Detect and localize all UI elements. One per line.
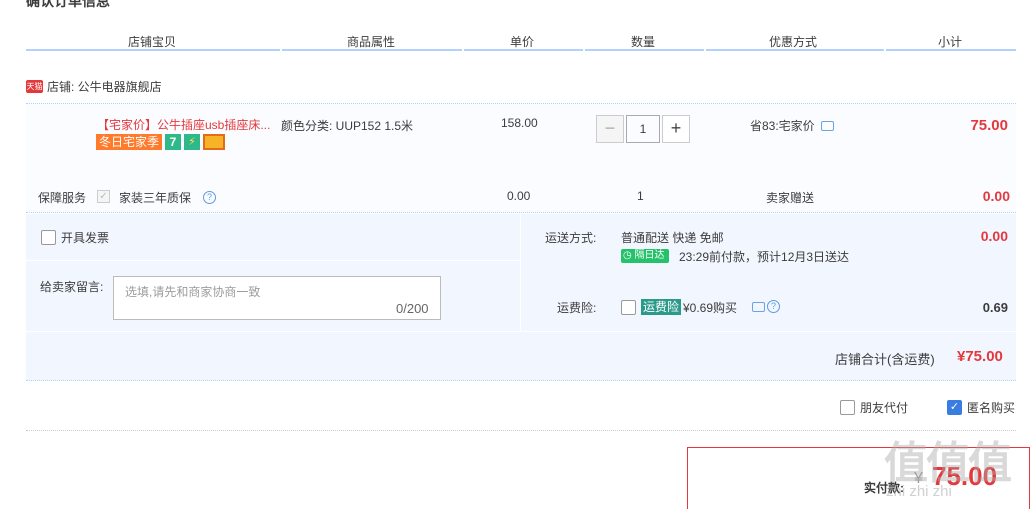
anonymous-checkbox[interactable]: ✓ [947,400,962,415]
item-price: 158.00 [501,116,538,130]
item-attribute: 颜色分类: UUP152 1.5米 [281,119,414,133]
service-label: 保障服务 [38,191,87,205]
divider [520,214,521,331]
seven-day-return-icon: 7 [165,134,182,150]
divider [26,331,1016,332]
message-placeholder: 选填,请先和商家协商一致 [125,285,261,299]
message-counter: 0/200 [396,301,429,316]
shipping-cost: 0.00 [980,228,1008,244]
shipping-label: 运送方式: [545,231,597,245]
service-checkbox[interactable]: ✓ [97,190,110,203]
shipping-estimate: 23:29前付款，预计12月3日送达 [679,250,850,264]
header-separator [884,49,886,53]
anonymous-label: 匿名购买 [967,401,1016,415]
winter-tag: 冬日宅家季 [96,134,163,150]
tmall-icon: 天猫 [26,80,43,93]
column-header-price: 单价 [510,35,535,49]
message-label: 给卖家留言: [40,280,104,294]
invoice-checkbox[interactable] [41,230,56,245]
credit-card-icon [203,134,226,150]
quantity-plus-button[interactable]: + [662,115,690,143]
shop-total-label: 店铺合计(含运费) [835,352,935,367]
divider [26,260,520,261]
invoice-option[interactable]: 开具发票 [41,229,109,246]
header-separator [704,49,706,53]
shop-name[interactable]: 店铺: 公牛电器旗舰店 [47,78,162,95]
friend-pay-label: 朋友代付 [860,401,909,415]
column-header-subtotal: 小计 [938,35,963,49]
next-day-badge: ◷ 隔日达 [621,249,669,263]
service-total: 0.00 [982,188,1010,204]
anonymous-purchase-option[interactable]: ✓ 匿名购买 [947,399,1015,416]
item-tags: 冬日宅家季 7 ⚡ [96,134,226,150]
service-gift: 卖家赠送 [766,191,815,205]
service-quantity: 1 [637,189,644,203]
insurance-total: 0.69 [982,300,1008,315]
help-icon[interactable]: ? [203,191,216,204]
watermark-logo: 值值值 [884,439,1012,488]
quantity-stepper: − 1 + [596,115,690,143]
invoice-label: 开具发票 [61,231,110,245]
promo-row: 省83:宅家价 [750,117,834,134]
service-name: 家装三年质保 [119,191,192,205]
friend-pay-option[interactable]: 朋友代付 [840,399,908,416]
page-title: 确认订单信息 [26,0,110,9]
header-separator [462,49,464,53]
insurance-price: ¥0.69购买 [683,301,738,315]
header-underline [26,49,1016,51]
item-title-link[interactable]: 【宅家价】公牛插座usb插座床... [97,116,270,133]
column-header-item: 店铺宝贝 [128,35,177,49]
clock-icon: ◷ [623,250,632,261]
friend-pay-checkbox[interactable] [840,400,855,415]
column-header-quantity: 数量 [631,35,656,49]
shipping-method: 普通配送 快递 免邮 [621,231,724,245]
service-price: 0.00 [507,189,531,203]
promo-text: 省83:宅家价 [750,119,815,133]
help-icon[interactable]: ? [767,300,780,313]
lightning-icon: ⚡ [184,134,201,150]
shop-total-value: ¥75.00 [957,348,1003,365]
next-day-label: 隔日达 [634,250,665,261]
insurance-label: 运费险: [557,301,597,315]
insurance-checkbox[interactable] [621,300,636,315]
header-separator [280,49,282,53]
column-header-attribute: 商品属性 [347,35,396,49]
watermark-text: zhi zhi zhi [886,483,952,500]
insurance-badge: 运费险 [641,299,682,315]
header-separator [583,49,585,53]
insurance-icons: ? [752,300,780,313]
chat-icon[interactable] [820,120,834,131]
chat-icon[interactable] [752,301,765,312]
quantity-minus-button[interactable]: − [596,115,624,143]
quantity-input[interactable]: 1 [626,115,660,143]
divider [26,430,1016,431]
column-header-discount: 优惠方式 [769,35,818,49]
item-subtotal: 75.00 [970,117,1008,134]
shop-row: 天猫 店铺: 公牛电器旗舰店 [26,78,162,95]
